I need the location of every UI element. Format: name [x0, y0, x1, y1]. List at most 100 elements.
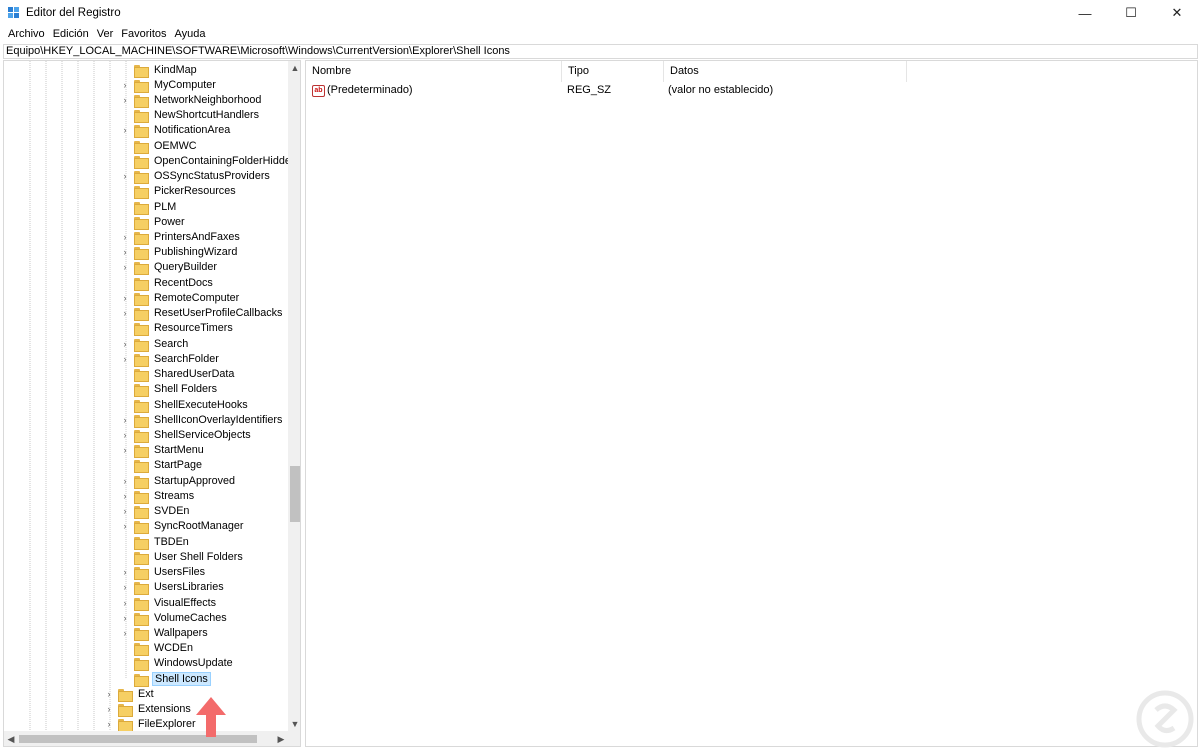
tree-node[interactable]: WCDEn — [120, 641, 195, 657]
chevron-right-icon[interactable]: › — [120, 415, 130, 425]
chevron-right-icon[interactable]: › — [120, 354, 130, 364]
tree-node[interactable]: Shell Icons — [120, 671, 211, 687]
tree-horizontal-scrollbar[interactable]: ◀ ▶ — [4, 731, 288, 746]
scroll-right-icon[interactable]: ▶ — [274, 731, 288, 746]
tree-node[interactable]: TBDEn — [120, 534, 191, 550]
tree-node[interactable]: › OSSyncStatusProviders — [120, 169, 272, 185]
tree-node[interactable]: › MyComputer — [120, 77, 218, 93]
window-title: Editor del Registro — [26, 7, 121, 19]
watermark-logo-icon — [1136, 690, 1194, 748]
tree-node[interactable]: StartPage — [120, 458, 204, 474]
vertical-scroll-thumb[interactable] — [290, 466, 300, 522]
chevron-right-icon[interactable]: › — [120, 339, 130, 349]
tree-node[interactable]: › NotificationArea — [120, 123, 232, 139]
tree-node[interactable]: › UsersFiles — [120, 565, 207, 581]
chevron-right-icon[interactable]: › — [120, 582, 130, 592]
menu-ayuda[interactable]: Ayuda — [171, 26, 210, 44]
tree-node[interactable]: › RemoteComputer — [120, 290, 241, 306]
maximize-button[interactable]: ☐ — [1108, 0, 1154, 26]
chevron-right-icon[interactable]: › — [104, 704, 114, 714]
tree-node[interactable]: User Shell Folders — [120, 549, 245, 565]
tree-node[interactable]: › VolumeCaches — [120, 610, 229, 626]
chevron-right-icon[interactable]: › — [120, 95, 130, 105]
chevron-right-icon[interactable]: › — [120, 567, 130, 577]
chevron-right-icon[interactable]: › — [120, 232, 130, 242]
tree-node[interactable]: NewShortcutHandlers — [120, 108, 261, 124]
scroll-up-icon[interactable]: ▲ — [288, 61, 300, 75]
tree-node[interactable]: › NetworkNeighborhood — [120, 92, 263, 108]
folder-icon — [134, 642, 149, 657]
tree-node[interactable]: › PrintersAndFaxes — [120, 230, 242, 246]
tree-node[interactable]: WindowsUpdate — [120, 656, 235, 672]
tree-node[interactable]: ResourceTimers — [120, 321, 235, 337]
chevron-right-icon[interactable]: › — [120, 491, 130, 501]
tree-node[interactable]: › StartupApproved — [120, 473, 237, 489]
tree-node[interactable]: › Search — [120, 336, 190, 352]
tree-node[interactable]: Power — [120, 214, 187, 230]
value-name-cell: ab (Predeterminado) — [312, 82, 413, 99]
chevron-right-icon[interactable]: › — [120, 598, 130, 608]
chevron-right-icon[interactable]: › — [120, 628, 130, 638]
column-header-type[interactable]: Tipo — [562, 61, 664, 82]
tree-node[interactable]: › ResetUserProfileCallbacks — [120, 306, 284, 322]
tree-node[interactable]: RecentDocs — [120, 275, 215, 291]
tree-node[interactable]: › ShellServiceObjects — [120, 428, 253, 444]
tree-node[interactable]: › Wallpapers — [120, 626, 210, 641]
column-header-name[interactable]: Nombre — [306, 61, 562, 82]
values-list-pane[interactable]: Nombre Tipo Datos ab (Predeterminado) RE… — [305, 60, 1198, 747]
menu-archivo[interactable]: Archivo — [4, 26, 49, 44]
tree-node[interactable]: › Ext — [104, 686, 156, 702]
tree-node-label: PLM — [154, 200, 177, 213]
minimize-button[interactable]: — — [1062, 0, 1108, 26]
close-button[interactable]: ✕ — [1154, 0, 1200, 26]
tree-node[interactable]: › Extensions — [104, 702, 193, 718]
tree-node[interactable]: › QueryBuilder — [120, 260, 219, 276]
chevron-right-icon[interactable]: › — [120, 262, 130, 272]
tree-node[interactable]: KindMap — [120, 62, 199, 78]
chevron-right-icon[interactable]: › — [120, 521, 130, 531]
tree-node[interactable]: OEMWC — [120, 138, 199, 154]
value-row[interactable]: ab (Predeterminado) REG_SZ (valor no est… — [306, 82, 1199, 99]
folder-icon — [134, 612, 149, 626]
chevron-right-icon[interactable]: › — [120, 125, 130, 135]
tree-node[interactable]: › Streams — [120, 488, 196, 504]
tree-node[interactable]: › SearchFolder — [120, 351, 221, 367]
menu-edicion[interactable]: Edición — [49, 26, 93, 44]
tree-node[interactable]: › SyncRootManager — [120, 519, 245, 535]
address-bar[interactable]: Equipo\HKEY_LOCAL_MACHINE\SOFTWARE\Micro… — [3, 44, 1198, 59]
chevron-right-icon[interactable]: › — [120, 506, 130, 516]
folder-icon — [134, 673, 149, 687]
tree-node-label: User Shell Folders — [154, 550, 243, 563]
chevron-right-icon[interactable]: › — [104, 719, 114, 729]
column-header-data[interactable]: Datos — [664, 61, 907, 82]
chevron-right-icon[interactable]: › — [120, 476, 130, 486]
tree-node[interactable]: › UsersLibraries — [120, 580, 226, 596]
chevron-right-icon[interactable]: › — [120, 613, 130, 623]
scroll-left-icon[interactable]: ◀ — [4, 731, 18, 746]
key-tree-pane[interactable]: KindMap › MyComputer › NetworkNeighborhood Ne… — [3, 60, 301, 747]
chevron-right-icon[interactable]: › — [120, 445, 130, 455]
menu-ver[interactable]: Ver — [93, 26, 118, 44]
tree-node[interactable]: › ShellIconOverlayIdentifiers — [120, 412, 284, 428]
chevron-right-icon[interactable]: › — [120, 430, 130, 440]
menu-favoritos[interactable]: Favoritos — [117, 26, 170, 44]
tree-node[interactable]: PLM — [120, 199, 178, 215]
tree-node[interactable]: SharedUserData — [120, 367, 236, 383]
tree-node[interactable]: › SVDEn — [120, 504, 191, 520]
tree-node[interactable]: › PublishingWizard — [120, 245, 239, 261]
tree-node[interactable]: › StartMenu — [120, 443, 206, 459]
tree-node[interactable]: Shell Folders — [120, 382, 219, 398]
tree-node[interactable]: › VisualEffects — [120, 595, 218, 611]
scroll-down-icon[interactable]: ▼ — [288, 717, 300, 731]
tree-node[interactable]: › FileExplorer — [104, 717, 198, 733]
tree-vertical-scrollbar[interactable]: ▲ ▼ — [288, 61, 300, 731]
tree-node[interactable]: ShellExecuteHooks — [120, 397, 250, 413]
tree-node[interactable]: OpenContainingFolderHiddenList — [120, 153, 300, 169]
chevron-right-icon[interactable]: › — [120, 171, 130, 181]
chevron-right-icon[interactable]: › — [120, 247, 130, 257]
chevron-right-icon[interactable]: › — [120, 308, 130, 318]
tree-node[interactable]: PickerResources — [120, 184, 238, 200]
chevron-right-icon[interactable]: › — [120, 293, 130, 303]
chevron-right-icon[interactable]: › — [104, 689, 114, 699]
chevron-right-icon[interactable]: › — [120, 80, 130, 90]
